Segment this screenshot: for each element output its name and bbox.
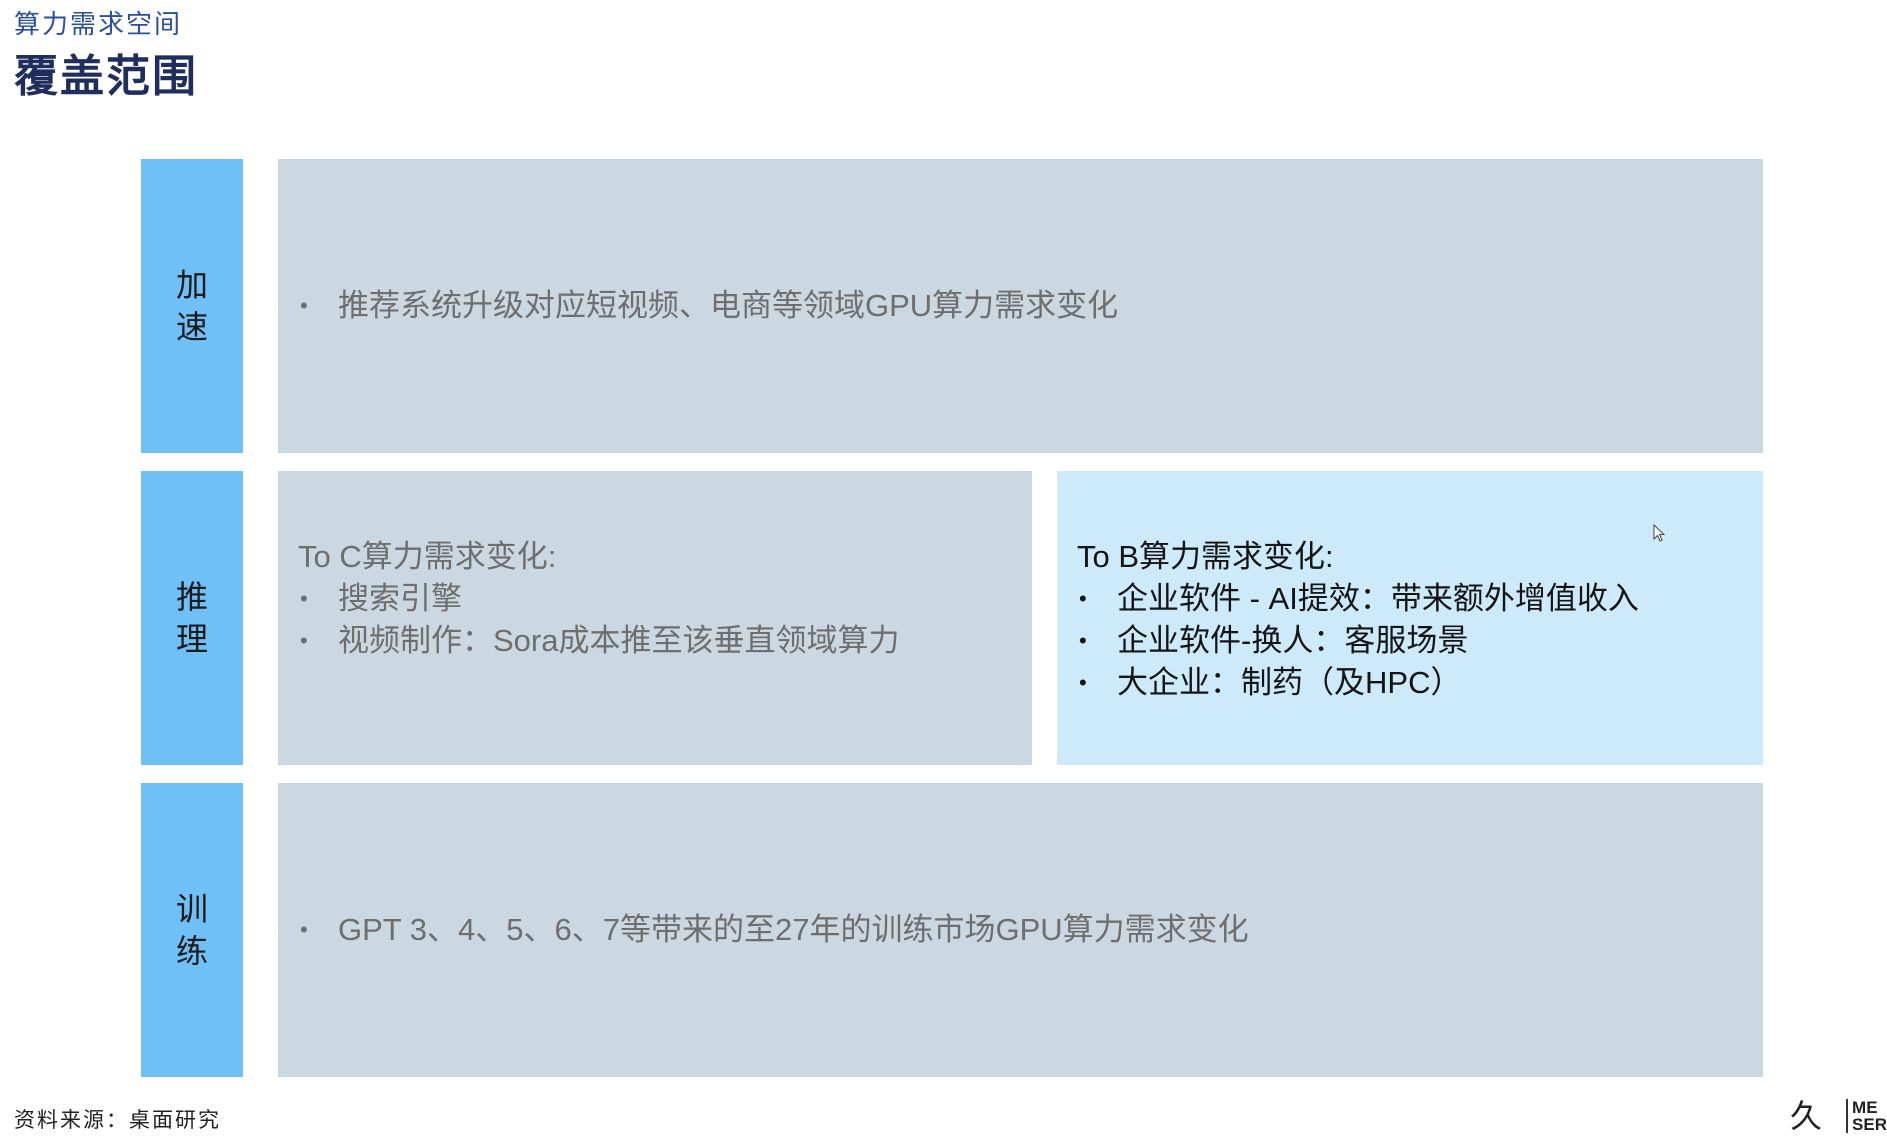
to-c-content: To C算力需求变化: • 搜索引擎 • 视频制作：Sora成本推至该垂直领域算力 <box>298 536 1012 662</box>
bullet-text: GPT 3、4、5、6、7等带来的至27年的训练市场GPU算力需求变化 <box>338 912 1249 947</box>
logo-divider <box>1846 1099 1849 1133</box>
to-b-panel: To B算力需求变化: • 企业软件 - AI提效：带来额外增值收入 • 企业软件-… <box>1057 471 1763 765</box>
list-item: • 搜索引擎 <box>298 578 1012 620</box>
to-c-bullet-list: • 搜索引擎 • 视频制作：Sora成本推至该垂直领域算力 <box>298 578 1012 662</box>
to-b-bullet-list: • 企业软件 - AI提效：带来额外增值收入 • 企业软件-换人：客服场景 • 大企业… <box>1077 578 1743 704</box>
bullet-text: 视频制作：Sora成本推至该垂直领域算力 <box>338 623 900 658</box>
brand-logo: 久謙 ME SER <box>1790 1096 1887 1136</box>
accelerate-content: • 推荐系统升级对应短视频、电商等领域GPU算力需求变化 <box>298 285 1743 327</box>
bullet-text: 搜索引擎 <box>338 581 462 616</box>
list-item: • 企业软件 - AI提效：带来额外增值收入 <box>1077 578 1743 620</box>
bullet-icon: • <box>300 586 308 611</box>
bullet-text: 企业软件 - AI提效：带来额外增值收入 <box>1117 581 1639 616</box>
to-c-heading: To C算力需求变化: <box>298 539 557 574</box>
bullet-text: 推荐系统升级对应短视频、电商等领域GPU算力需求变化 <box>338 288 1119 323</box>
bullet-icon: • <box>1079 628 1087 653</box>
bullet-icon: • <box>300 293 308 318</box>
list-item: • 推荐系统升级对应短视频、电商等领域GPU算力需求变化 <box>298 285 1743 327</box>
slide: 算力需求空间 覆盖范围 加速 • 推荐系统升级对应短视频、电商等领域GPU算力需求… <box>0 0 1887 1142</box>
list-item: • 企业软件-换人：客服场景 <box>1077 620 1743 662</box>
accelerate-bullet-list: • 推荐系统升级对应短视频、电商等领域GPU算力需求变化 <box>298 285 1743 327</box>
source-note: 资料来源：桌面研究 <box>14 1108 221 1132</box>
section-label: 算力需求空间 <box>14 10 183 40</box>
page-title: 覆盖范围 <box>14 51 198 102</box>
list-item: • 大企业：制药（及HPC） <box>1077 662 1743 704</box>
tab-accelerate: 加速 <box>141 159 243 453</box>
logo-line-2: SER <box>1852 1115 1887 1134</box>
logo-mark: 久謙 <box>1790 1097 1823 1135</box>
tab-training-label: 训练 <box>175 890 208 970</box>
tab-training: 训练 <box>141 783 243 1077</box>
training-bullet-list: • GPT 3、4、5、6、7等带来的至27年的训练市场GPU算力需求变化 <box>298 909 1743 951</box>
logo-line-1: ME <box>1852 1098 1878 1117</box>
bullet-text: 大企业：制药（及HPC） <box>1117 665 1462 700</box>
accelerate-panel: • 推荐系统升级对应短视频、电商等领域GPU算力需求变化 <box>278 159 1763 453</box>
logo-words: ME SER <box>1852 1096 1887 1133</box>
training-panel: • GPT 3、4、5、6、7等带来的至27年的训练市场GPU算力需求变化 <box>278 783 1763 1077</box>
bullet-icon: • <box>1079 586 1087 611</box>
tab-inference-label: 推理 <box>175 578 208 658</box>
bullet-icon: • <box>300 628 308 653</box>
mouse-pointer-icon <box>1653 524 1666 542</box>
bullet-text: 企业软件-换人：客服场景 <box>1117 623 1469 658</box>
to-c-panel: To C算力需求变化: • 搜索引擎 • 视频制作：Sora成本推至该垂直领域算力 <box>278 471 1032 765</box>
tab-inference: 推理 <box>141 471 243 765</box>
list-item: • 视频制作：Sora成本推至该垂直领域算力 <box>298 620 1012 662</box>
to-b-content: To B算力需求变化: • 企业软件 - AI提效：带来额外增值收入 • 企业软件-… <box>1077 536 1743 704</box>
bullet-icon: • <box>1079 670 1087 695</box>
to-b-heading: To B算力需求变化: <box>1077 539 1334 574</box>
tab-accelerate-label: 加速 <box>175 266 208 346</box>
bullet-icon: • <box>300 917 308 942</box>
list-item: • GPT 3、4、5、6、7等带来的至27年的训练市场GPU算力需求变化 <box>298 909 1743 951</box>
training-content: • GPT 3、4、5、6、7等带来的至27年的训练市场GPU算力需求变化 <box>298 909 1743 951</box>
